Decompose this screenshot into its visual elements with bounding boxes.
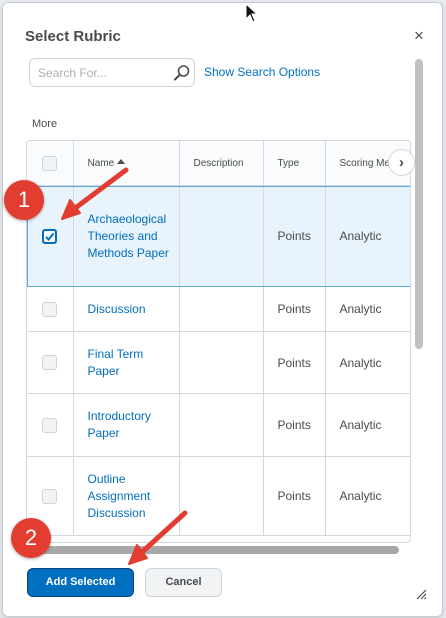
rubric-name-link[interactable]: Final Term Paper bbox=[88, 347, 144, 378]
rubric-type: Points bbox=[277, 489, 311, 503]
table-row[interactable]: Introductory Paper Points Analytic bbox=[27, 393, 410, 457]
column-header-name-label: Name bbox=[87, 157, 115, 169]
step-2-badge: 2 bbox=[11, 518, 51, 558]
rubric-scoring-method: Analytic bbox=[339, 355, 382, 370]
rubric-description bbox=[179, 286, 264, 332]
more-label: More bbox=[32, 118, 58, 130]
horizontal-scrollbar[interactable] bbox=[34, 546, 399, 554]
row-checkbox[interactable] bbox=[42, 417, 58, 433]
select-all-header bbox=[27, 141, 74, 186]
table-row[interactable]: Outline Assignment Discussion Points Ana… bbox=[27, 456, 410, 536]
show-search-options-link[interactable]: Show Search Options bbox=[204, 65, 320, 79]
column-header-description[interactable]: Description bbox=[179, 141, 264, 186]
rubric-description bbox=[179, 185, 264, 287]
sort-ascending-icon bbox=[117, 159, 126, 165]
rubric-type: Points bbox=[277, 418, 311, 432]
table-row[interactable]: Discussion Points Analytic bbox=[27, 286, 410, 332]
resize-handle-icon[interactable] bbox=[414, 587, 428, 606]
rubric-type: Points bbox=[277, 302, 311, 316]
rubric-description bbox=[179, 393, 264, 457]
row-checkbox[interactable] bbox=[42, 355, 58, 371]
mouse-pointer-icon bbox=[245, 2, 259, 28]
rubric-table: Name Description Type Scoring Me Archaeo… bbox=[26, 140, 411, 543]
column-header-description-label: Description bbox=[193, 157, 244, 169]
rubric-scoring-method: Analytic bbox=[339, 229, 382, 243]
dialog-title: Select Rubric bbox=[25, 28, 121, 45]
row-checkbox[interactable] bbox=[42, 228, 58, 244]
column-header-scoring-label: Scoring Me bbox=[339, 157, 391, 169]
rubric-description bbox=[179, 331, 264, 394]
rubric-name-link[interactable]: Archaeological Theories and Methods Pape… bbox=[88, 212, 169, 260]
column-header-type[interactable]: Type bbox=[263, 141, 326, 186]
search-icon[interactable] bbox=[173, 64, 191, 87]
table-row[interactable]: Final Term Paper Points Analytic bbox=[27, 331, 410, 394]
rubric-scoring-method: Analytic bbox=[339, 489, 382, 503]
row-checkbox[interactable] bbox=[42, 301, 58, 317]
search-input[interactable] bbox=[38, 65, 164, 81]
rubric-name-link[interactable]: Introductory Paper bbox=[88, 409, 151, 440]
select-rubric-dialog: Select Rubric × Show Search Options More… bbox=[2, 2, 443, 617]
step-1-badge: 1 bbox=[4, 180, 44, 220]
rubric-name-link[interactable]: Discussion bbox=[88, 302, 146, 316]
checkmark-icon bbox=[45, 232, 55, 241]
table-row[interactable]: Archaeological Theories and Methods Pape… bbox=[27, 185, 410, 287]
close-icon[interactable]: × bbox=[411, 27, 427, 44]
row-checkbox[interactable] bbox=[42, 488, 58, 504]
vertical-scrollbar[interactable] bbox=[415, 59, 423, 349]
column-header-name[interactable]: Name bbox=[73, 141, 180, 186]
scroll-right-button[interactable]: › bbox=[388, 149, 415, 176]
rubric-type: Points bbox=[277, 355, 311, 370]
rubric-scoring-method: Analytic bbox=[339, 418, 382, 432]
add-selected-button[interactable]: Add Selected bbox=[27, 568, 134, 597]
column-header-type-label: Type bbox=[277, 157, 300, 169]
cancel-button[interactable]: Cancel bbox=[145, 568, 222, 597]
select-all-checkbox[interactable] bbox=[42, 155, 58, 171]
rubric-type: Points bbox=[277, 229, 311, 243]
search-box bbox=[29, 58, 195, 87]
rubric-description bbox=[179, 456, 264, 536]
rubric-scoring-method: Analytic bbox=[339, 302, 382, 316]
rubric-name-link[interactable]: Outline Assignment Discussion bbox=[88, 472, 151, 520]
